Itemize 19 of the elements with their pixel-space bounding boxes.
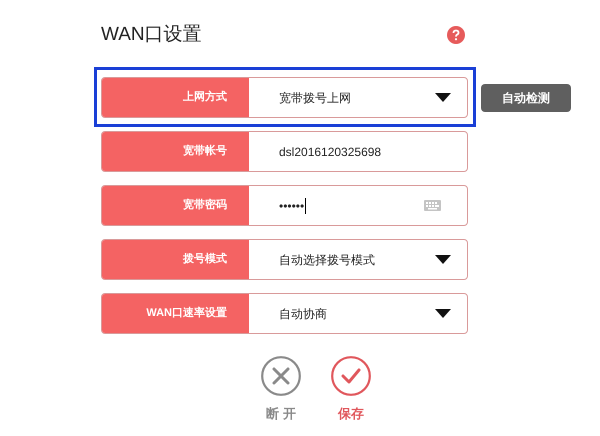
field-label: 宽带帐号 bbox=[102, 132, 249, 171]
page-title: WAN口设置 bbox=[101, 23, 202, 47]
password-field[interactable]: •••••• bbox=[249, 186, 467, 225]
field-label: 宽带密码 bbox=[102, 186, 249, 225]
field-label: 拨号模式 bbox=[102, 240, 249, 279]
dropdown-arrow-icon bbox=[435, 255, 451, 264]
dropdown-arrow-icon bbox=[435, 93, 451, 102]
save-button[interactable]: 保存 bbox=[338, 404, 364, 424]
checkmark-icon[interactable] bbox=[331, 356, 371, 396]
input-field[interactable]: dsl2016120325698 bbox=[249, 132, 467, 171]
close-icon[interactable] bbox=[261, 356, 301, 396]
auto-detect-button[interactable]: 自动检测 bbox=[481, 84, 571, 112]
dropdown-field[interactable]: 自动选择拨号模式 bbox=[249, 240, 467, 279]
help-icon[interactable] bbox=[447, 26, 465, 44]
field-label: WAN口速率设置 bbox=[102, 294, 249, 333]
dropdown-field[interactable]: 自动协商 bbox=[249, 294, 467, 333]
field-label: 上网方式 bbox=[102, 78, 249, 117]
dropdown-field[interactable]: 宽带拨号上网 bbox=[249, 78, 467, 117]
dropdown-arrow-icon bbox=[435, 309, 451, 318]
